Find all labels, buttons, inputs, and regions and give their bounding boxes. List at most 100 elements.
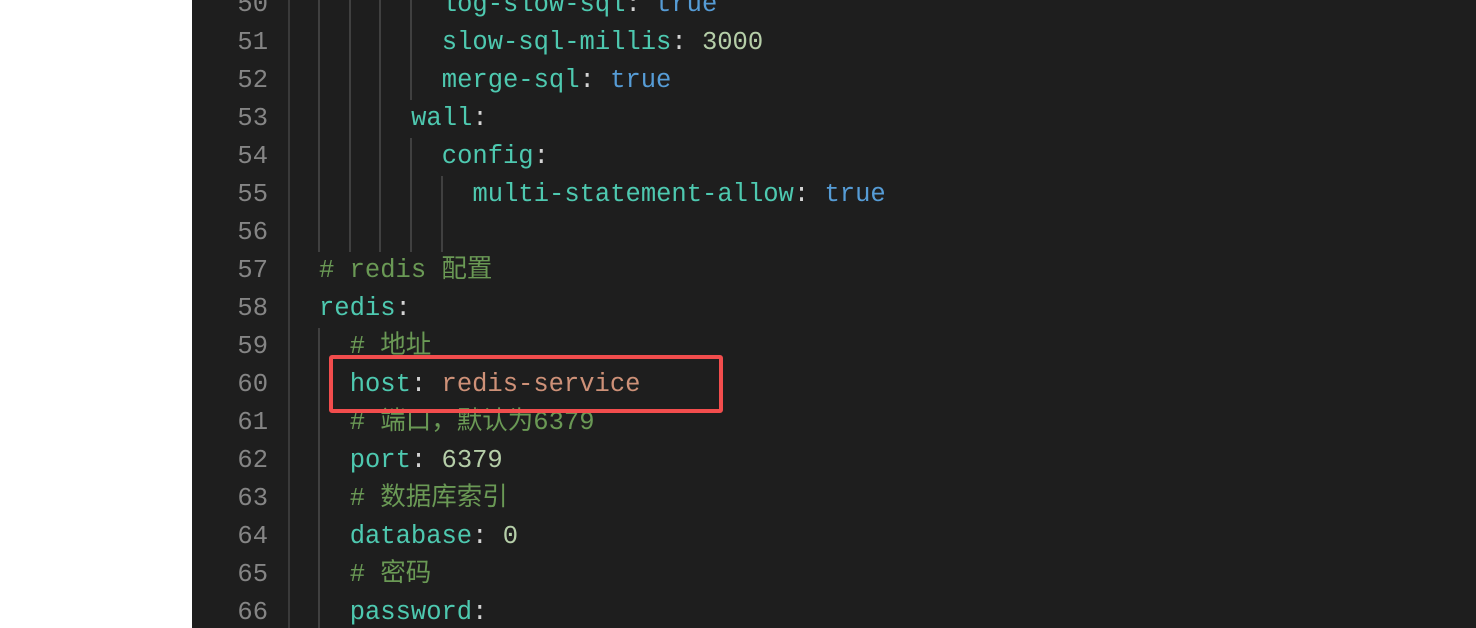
indent-guide bbox=[410, 0, 413, 24]
token-key: wall bbox=[411, 104, 473, 133]
code-text: # 密码 bbox=[350, 556, 432, 594]
indent-guide bbox=[410, 214, 413, 252]
code-text: # 端口，默认为6379 bbox=[350, 404, 595, 442]
indent-guide bbox=[318, 214, 320, 252]
code-text: host: redis-service bbox=[350, 366, 641, 404]
indent-guide bbox=[440, 214, 443, 252]
indent-guide bbox=[379, 100, 382, 138]
code-line-63[interactable]: 63 # 数据库索引 bbox=[192, 480, 1476, 518]
token-key: database bbox=[349, 522, 473, 551]
code-text: slow-sql-millis: 3000 bbox=[442, 24, 763, 62]
token-punct: : bbox=[472, 104, 488, 133]
code-text: # 地址 bbox=[350, 328, 432, 366]
token-bool: true bbox=[824, 180, 886, 209]
line-number: 53 bbox=[237, 104, 268, 133]
token-bool: true bbox=[610, 66, 672, 95]
token-comment: # 数据库索引 bbox=[349, 484, 508, 513]
indent-guide bbox=[348, 138, 351, 176]
code-line-58[interactable]: 58 redis: bbox=[192, 290, 1476, 328]
indent-guide bbox=[318, 328, 320, 366]
line-number: 64 bbox=[237, 522, 268, 551]
token-key: port bbox=[349, 446, 411, 475]
indent-guide bbox=[379, 24, 382, 62]
line-number: 66 bbox=[237, 598, 268, 627]
line-number: 59 bbox=[237, 332, 268, 361]
line-number: 55 bbox=[237, 180, 268, 209]
code-text: log-slow-sql: true bbox=[442, 0, 717, 24]
indent-guide bbox=[348, 0, 351, 24]
token-num: 0 bbox=[502, 522, 519, 551]
code-text: # 数据库索引 bbox=[350, 480, 508, 518]
line-number: 65 bbox=[237, 560, 268, 589]
indent-guide bbox=[379, 176, 382, 214]
code-line-59[interactable]: 59 # 地址 bbox=[192, 328, 1476, 366]
indent-guide bbox=[348, 100, 351, 138]
indent-guide bbox=[318, 176, 320, 214]
code-line-54[interactable]: 54 config: bbox=[192, 138, 1476, 176]
token-key: host bbox=[349, 370, 411, 399]
code-text: redis: bbox=[319, 290, 411, 328]
code-line-51[interactable]: 51 slow-sql-millis: 3000 bbox=[192, 24, 1476, 62]
indent-guide bbox=[379, 0, 382, 24]
code-text: database: 0 bbox=[350, 518, 518, 556]
token-punct: : bbox=[410, 370, 442, 399]
code-editor[interactable]: 50 log-slow-sql: true 51 slow-sql-millis: 3… bbox=[192, 0, 1476, 628]
code-line-53[interactable]: 53 wall: bbox=[192, 100, 1476, 138]
token-key: redis bbox=[319, 294, 396, 323]
token-punct: : bbox=[472, 522, 503, 551]
indent-guide bbox=[318, 138, 320, 176]
line-number: 50 bbox=[237, 0, 268, 19]
code-line-50[interactable]: 50 log-slow-sql: true bbox=[192, 0, 1476, 24]
indent-guide bbox=[318, 404, 320, 442]
indent-guide bbox=[318, 442, 320, 480]
indent-guide bbox=[318, 100, 320, 138]
code-line-62[interactable]: 62 port: 6379 bbox=[192, 442, 1476, 480]
code-text: merge-sql: true bbox=[442, 62, 672, 100]
line-number: 61 bbox=[237, 408, 268, 437]
token-key: password bbox=[349, 598, 473, 627]
indent-guide bbox=[318, 62, 320, 100]
line-number: 62 bbox=[237, 446, 268, 475]
indent-guide bbox=[318, 366, 320, 404]
token-key: multi-statement-allow bbox=[472, 180, 794, 209]
token-punct: : bbox=[579, 66, 611, 95]
token-key: slow-sql-millis bbox=[441, 28, 672, 57]
code-line-64[interactable]: 64 database: 0 bbox=[192, 518, 1476, 556]
code-text: # redis 配置 bbox=[319, 252, 492, 290]
indent-guide bbox=[410, 138, 413, 176]
line-number: 60 bbox=[237, 370, 268, 399]
token-num: 3000 bbox=[701, 28, 764, 57]
line-number: 63 bbox=[237, 484, 268, 513]
indent-guide bbox=[318, 518, 320, 556]
code-line-55[interactable]: 55 multi-statement-allow: true bbox=[192, 176, 1476, 214]
token-punct: : bbox=[472, 598, 488, 627]
code-text: wall: bbox=[411, 100, 488, 138]
line-number: 51 bbox=[237, 28, 268, 57]
indent-guide bbox=[348, 214, 351, 252]
token-punct: : bbox=[793, 180, 825, 209]
code-line-56[interactable]: 56 bbox=[192, 214, 1476, 252]
code-line-66[interactable]: 66 password: bbox=[192, 594, 1476, 628]
indent-guide bbox=[318, 556, 320, 594]
code-line-65[interactable]: 65 # 密码 bbox=[192, 556, 1476, 594]
code-line-57[interactable]: 57 # redis 配置 bbox=[192, 252, 1476, 290]
indent-guide bbox=[379, 138, 382, 176]
code-line-60[interactable]: 60 host: redis-service bbox=[192, 366, 1476, 404]
line-number: 52 bbox=[237, 66, 268, 95]
code-line-61[interactable]: 61 # 端口，默认为6379 bbox=[192, 404, 1476, 442]
indent-guide bbox=[379, 214, 382, 252]
code-line-52[interactable]: 52 merge-sql: true bbox=[192, 62, 1476, 100]
token-comment: # 密码 bbox=[349, 560, 432, 589]
indent-guide bbox=[410, 176, 413, 214]
token-punct: : bbox=[671, 28, 702, 57]
indent-guide bbox=[348, 62, 351, 100]
token-key: log-slow-sql bbox=[441, 0, 626, 19]
token-bool: true bbox=[656, 0, 718, 19]
token-str: redis-service bbox=[441, 370, 641, 399]
indent-guide bbox=[348, 176, 351, 214]
code-text: multi-statement-allow: true bbox=[473, 176, 886, 214]
code-text: config: bbox=[442, 138, 549, 176]
code-text: port: 6379 bbox=[350, 442, 503, 480]
code-text: password: bbox=[350, 594, 488, 628]
indent-guide bbox=[318, 0, 320, 24]
